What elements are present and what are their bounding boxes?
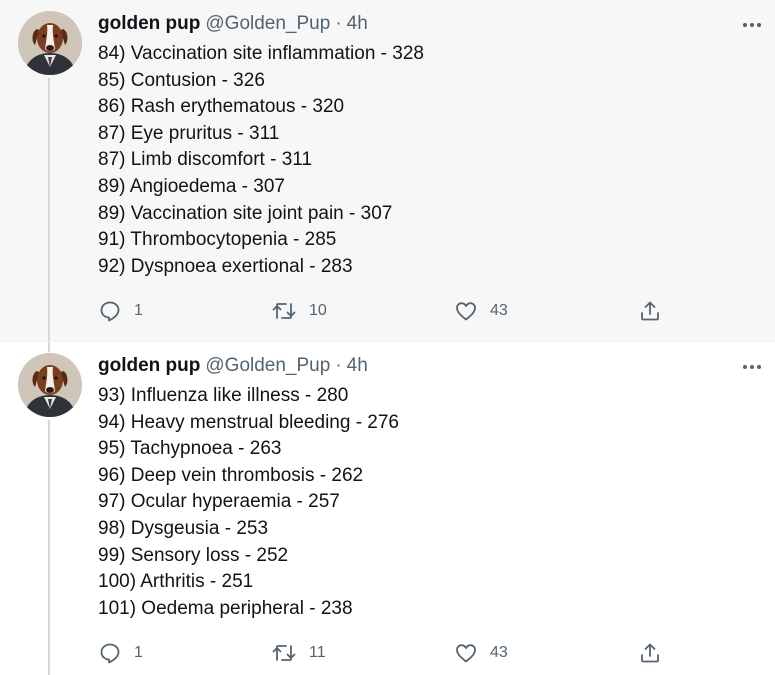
thread-line [48, 342, 50, 352]
like-button[interactable]: 43 [454, 296, 508, 326]
more-options-button[interactable] [737, 10, 767, 40]
thread-line [48, 420, 50, 675]
user-handle[interactable]: @Golden_Pup [205, 355, 330, 377]
tweet-header: golden pup @Golden_Pup · 4h [98, 355, 368, 379]
retweet-icon [272, 303, 296, 319]
avatar[interactable] [18, 11, 82, 75]
tweet-line: 98) Dysgeusia - 253 [98, 517, 269, 539]
reply-count: 1 [134, 302, 143, 319]
user-handle[interactable]: @Golden_Pup [205, 13, 330, 35]
reply-button[interactable]: 1 [98, 638, 143, 668]
tweet-line: 89) Angioedema - 307 [98, 175, 285, 197]
avatar[interactable] [18, 353, 82, 417]
tweet[interactable]: golden pup @Golden_Pup · 4h 93) Influenz… [0, 341, 775, 675]
tweet-line: 91) Thrombocytopenia - 285 [98, 229, 337, 251]
like-count: 43 [490, 644, 508, 661]
reply-icon [100, 301, 120, 322]
share-icon [641, 301, 659, 321]
reply-icon [100, 643, 120, 664]
ellipsis-icon [743, 365, 761, 369]
dog-portrait-icon [18, 11, 82, 75]
reply-count: 1 [134, 644, 143, 661]
dog-portrait-icon [18, 353, 82, 417]
tweet-line: 92) Dyspnoea exertional - 283 [98, 255, 353, 277]
retweet-icon [272, 645, 296, 661]
like-count: 43 [490, 302, 508, 319]
separator-dot: · [335, 13, 342, 34]
retweet-button[interactable]: 11 [271, 638, 326, 668]
retweet-count: 11 [309, 644, 326, 661]
tweet-line: 94) Heavy menstrual bleeding - 276 [98, 411, 400, 433]
retweet-button[interactable]: 10 [271, 296, 327, 326]
share-button[interactable] [638, 296, 662, 326]
tweet-line: 101) Oedema peripheral - 238 [98, 597, 353, 619]
tweet-line: 93) Influenza like illness - 280 [98, 385, 349, 406]
tweet-line: 84) Vaccination site inflammation - 328 [98, 43, 424, 64]
timestamp[interactable]: 4h [347, 355, 368, 377]
reply-button[interactable]: 1 [98, 296, 143, 326]
tweet-line: 97) Ocular hyperaemia - 257 [98, 491, 340, 513]
tweet-line: 85) Contusion - 326 [98, 69, 265, 91]
share-button[interactable] [638, 638, 662, 668]
separator-dot: · [335, 355, 342, 376]
timestamp[interactable]: 4h [347, 13, 368, 35]
tweet-line: 87) Limb discomfort - 311 [98, 149, 313, 171]
tweet-line: 100) Arthritis - 251 [98, 571, 254, 593]
display-name[interactable]: golden pup [98, 355, 200, 377]
tweet-line: 89) Vaccination site joint pain - 307 [98, 202, 393, 224]
retweet-count: 10 [309, 302, 327, 319]
tweet[interactable]: golden pup @Golden_Pup · 4h 84) Vaccinat… [0, 0, 775, 341]
heart-icon [456, 644, 476, 663]
display-name[interactable]: golden pup [98, 13, 200, 35]
like-button[interactable]: 43 [454, 638, 508, 668]
tweet-line: 86) Rash erythematous - 320 [98, 96, 345, 118]
tweet-text: 93) Influenza like illness - 280 94) Hea… [98, 383, 738, 622]
thread-line [48, 78, 50, 341]
tweet-line: 96) Deep vein thrombosis - 262 [98, 464, 364, 486]
ellipsis-icon [743, 23, 761, 27]
tweet-actions: 1 11 43 [98, 638, 678, 668]
tweet-line: 99) Sensory loss - 252 [98, 544, 289, 566]
more-options-button[interactable] [737, 352, 767, 382]
tweet-line: 87) Eye pruritus - 311 [98, 122, 280, 144]
tweet-line: 95) Tachypnoea - 263 [98, 438, 282, 460]
heart-icon [456, 302, 476, 321]
share-icon [641, 643, 659, 663]
tweet-text: 84) Vaccination site inflammation - 328 … [98, 41, 738, 280]
tweet-actions: 1 10 43 [98, 296, 678, 326]
tweet-header: golden pup @Golden_Pup · 4h [98, 13, 368, 37]
